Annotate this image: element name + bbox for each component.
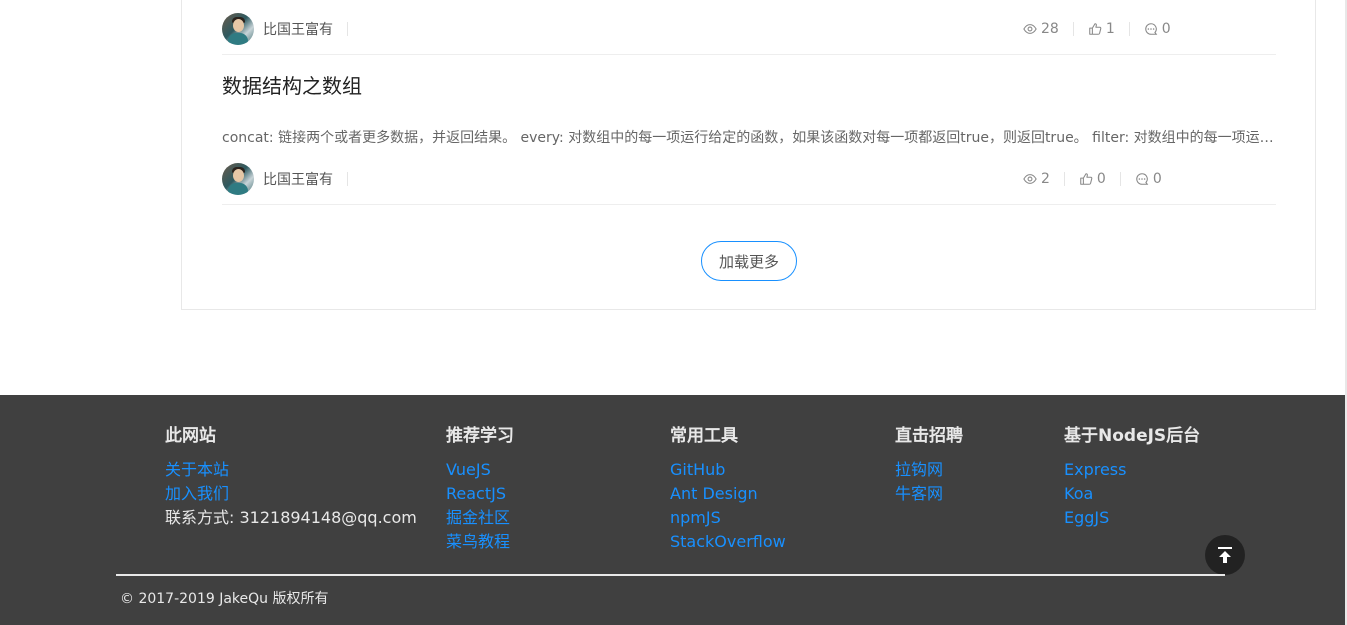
arrow-up-to-line-icon	[1218, 547, 1232, 563]
footer-column-backend: 基于NodeJS后台 Express Koa EggJS	[1064, 426, 1200, 530]
thumbs-up-icon	[1080, 173, 1093, 185]
footer-column-site: 此网站 关于本站 加入我们 联系方式: 3121894148@qq.com	[165, 426, 417, 530]
footer-link-eggjs[interactable]: EggJS	[1064, 506, 1200, 530]
view-count-value: 2	[1041, 171, 1050, 187]
comment-count: 0	[1161, 21, 1171, 37]
author-name[interactable]: 比国王富有	[263, 169, 333, 189]
footer-column-title: 常用工具	[670, 426, 738, 446]
footer-link-juejin[interactable]: 掘金社区	[446, 506, 514, 530]
load-more-button[interactable]: 加载更多	[701, 241, 797, 281]
author-info[interactable]: 比国王富有	[222, 13, 348, 45]
footer-link-github[interactable]: GitHub	[670, 458, 786, 482]
footer-column-title: 此网站	[165, 426, 216, 446]
avatar[interactable]	[222, 13, 254, 45]
footer-column-tools: 常用工具 GitHub Ant Design npmJS StackOverfl…	[670, 426, 786, 554]
divider	[347, 22, 348, 36]
copyright-text: © 2017-2019 JakeQu 版权所有	[120, 591, 329, 607]
comment-button[interactable]: 0	[1135, 171, 1162, 187]
footer-link-stackoverflow[interactable]: StackOverflow	[670, 530, 786, 554]
like-button[interactable]: 1	[1088, 21, 1115, 37]
footer-column-title: 推荐学习	[446, 426, 514, 446]
article-list-card: 比国王富有 28 1 0 数据结构之数组 concat: 链接两个或者更多数据，…	[181, 0, 1316, 310]
footer-link-about[interactable]: 关于本站	[165, 458, 417, 482]
footer-column-jobs: 直击招聘 拉钩网 牛客网	[895, 426, 963, 506]
eye-icon	[1023, 174, 1037, 184]
footer-link-koa[interactable]: Koa	[1064, 482, 1200, 506]
footer-link-express[interactable]: Express	[1064, 458, 1200, 482]
article-stats: 28 1 0	[1023, 21, 1171, 37]
footer-link-npmjs[interactable]: npmJS	[670, 506, 786, 530]
footer-link-runoob[interactable]: 菜鸟教程	[446, 530, 514, 554]
comment-icon	[1145, 23, 1158, 35]
footer-link-lagou[interactable]: 拉钩网	[895, 458, 963, 482]
like-count: 1	[1105, 21, 1115, 37]
comment-icon	[1136, 173, 1149, 185]
view-count-value: 28	[1041, 21, 1059, 37]
divider	[347, 172, 348, 186]
thumbs-up-icon	[1089, 23, 1102, 35]
article-meta-row: 比国王富有 28 1 0	[222, 4, 1276, 55]
footer-link-ant-design[interactable]: Ant Design	[670, 482, 786, 506]
comment-button[interactable]: 0	[1144, 21, 1171, 37]
like-button[interactable]: 0	[1079, 171, 1106, 187]
author-info[interactable]: 比国王富有	[222, 163, 348, 195]
site-footer: 此网站 关于本站 加入我们 联系方式: 3121894148@qq.com 推荐…	[0, 395, 1345, 625]
eye-icon	[1023, 24, 1037, 34]
footer-column-title: 基于NodeJS后台	[1064, 426, 1201, 446]
footer-link-nowcoder[interactable]: 牛客网	[895, 482, 963, 506]
view-count: 2	[1023, 171, 1050, 187]
article-title[interactable]: 数据结构之数组	[222, 70, 362, 99]
footer-divider	[116, 574, 1225, 576]
footer-link-vuejs[interactable]: VueJS	[446, 458, 514, 482]
avatar[interactable]	[222, 163, 254, 195]
comment-count: 0	[1152, 171, 1162, 187]
like-count: 0	[1096, 171, 1106, 187]
article-meta-row: 比国王富有 2 0 0	[222, 154, 1276, 205]
footer-column-learning: 推荐学习 VueJS ReactJS 掘金社区 菜鸟教程	[446, 426, 514, 554]
footer-link-reactjs[interactable]: ReactJS	[446, 482, 514, 506]
article-stats: 2 0 0	[1023, 171, 1162, 187]
view-count: 28	[1023, 21, 1059, 37]
footer-link-join[interactable]: 加入我们	[165, 482, 417, 506]
article-summary[interactable]: concat: 链接两个或者更多数据，并返回结果。 every: 对数组中的每一…	[222, 127, 1276, 147]
back-to-top-button[interactable]	[1205, 535, 1245, 575]
footer-column-title: 直击招聘	[895, 426, 963, 446]
author-name[interactable]: 比国王富有	[263, 19, 333, 39]
footer-contact-text: 联系方式: 3121894148@qq.com	[165, 508, 417, 527]
